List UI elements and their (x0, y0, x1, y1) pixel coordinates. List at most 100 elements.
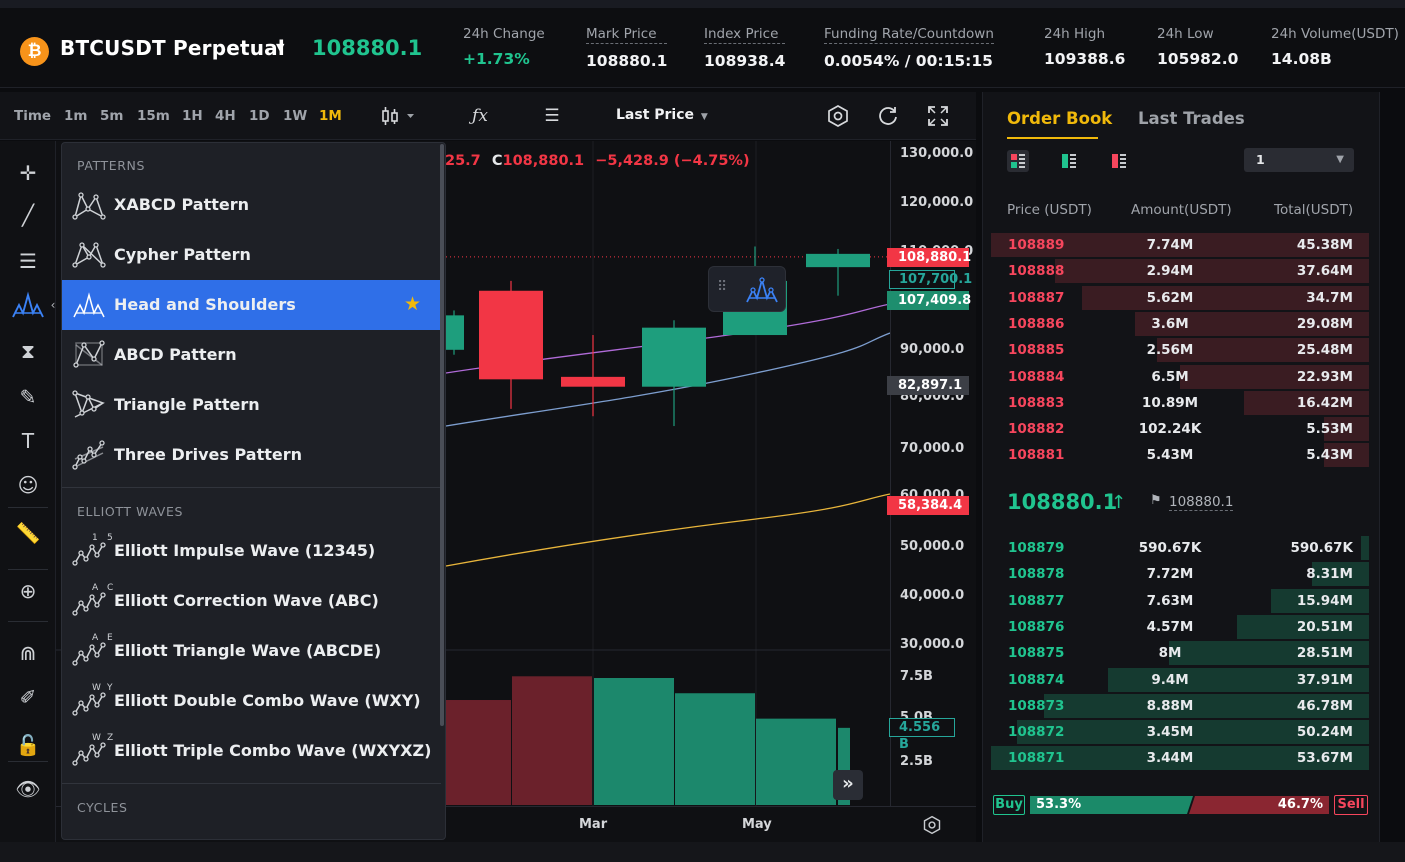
trend-line-icon[interactable]: ╱ (10, 199, 46, 231)
price-tag: 82,897.1 (887, 376, 969, 395)
volume-bar (512, 676, 592, 805)
emoji-icon[interactable]: ☺ (10, 469, 46, 501)
timeframe-1h[interactable]: 1H (182, 108, 203, 124)
stat-funding-rate: Funding Rate/Countdown 0.0054% / 00:15:1… (824, 26, 994, 70)
ohlc-legend: 25.7 C108,880.1 −5,428.9 (−4.75%) (445, 153, 750, 169)
stat-24h-volume: 24h Volume(USDT) 14.08B (1271, 26, 1399, 68)
menu-item-triangle-pattern[interactable]: Triangle Pattern (62, 380, 441, 430)
favorite-star-icon[interactable]: ★ (404, 293, 421, 315)
ask-row[interactable]: 108888 2.94M 37.64M (991, 258, 1369, 284)
brush-icon[interactable]: ✎ (10, 381, 46, 413)
menu-item-elliott-impulse[interactable]: 1 5 Elliott Impulse Wave (12345) (62, 526, 441, 576)
lock-drawing-icon[interactable]: ✐ (10, 681, 46, 713)
flag-icon: ⚑ (1150, 493, 1162, 508)
crosshair-icon[interactable]: ✛ (10, 157, 46, 189)
tool-separator (8, 761, 48, 762)
view-asks-button[interactable] (1108, 150, 1130, 172)
precision-select[interactable]: 1 ▼ (1244, 148, 1354, 172)
ask-row[interactable]: 108883 10.89M 16.42M (991, 390, 1369, 416)
menu-item-three-drives[interactable]: Three Drives Pattern (62, 430, 441, 480)
menu-item-abcd-pattern[interactable]: ABCD Pattern (62, 330, 441, 380)
ask-row[interactable]: 108884 6.5M 22.93M (991, 364, 1369, 390)
timeframe-1d[interactable]: 1D (249, 108, 270, 124)
buy-sell-ratio: Buy 53.3% 46.7% Sell (993, 795, 1368, 815)
candle-type-button[interactable] (380, 104, 420, 128)
candle-body (806, 253, 870, 268)
stat-mark-price: Mark Price 108880.1 (586, 26, 668, 70)
timeframe-4h[interactable]: 4H (215, 108, 236, 124)
volume-tick: 7.5B (900, 669, 933, 684)
settings-hex-icon[interactable] (826, 104, 850, 128)
zoom-in-icon[interactable]: ⊕ (10, 575, 46, 607)
fib-lines-icon[interactable]: ☰ (10, 245, 46, 277)
tab-last-trades[interactable]: Last Trades (1138, 109, 1245, 128)
menu-item-elliott-double-combo[interactable]: W Y Elliott Double Combo Wave (WXY) (62, 676, 441, 726)
view-bids-button[interactable] (1058, 150, 1080, 172)
floating-drawing-widget[interactable]: ⠿ (708, 266, 786, 312)
bid-row[interactable]: 108877 7.63M 15.94M (991, 588, 1369, 614)
indicators-fx-icon[interactable]: ƒx (468, 104, 492, 128)
ask-row[interactable]: 108887 5.62M 34.7M (991, 285, 1369, 311)
stat-24h-low: 24h Low 105982.0 (1157, 26, 1239, 68)
menu-item-xabcd-pattern[interactable]: XABCD Pattern (62, 180, 441, 230)
bottom-strip (0, 842, 1405, 862)
chart-toolbar: Time 1m 5m 15m 1H 4H 1D 1W 1M ƒx ☰ Last … (0, 92, 976, 140)
volume-tick: 2.5B (900, 754, 933, 769)
bid-row[interactable]: 108874 9.4M 37.91M (991, 667, 1369, 693)
header-price: Price (USDT) (1007, 202, 1092, 218)
refresh-icon[interactable] (876, 104, 900, 128)
symbol-selector[interactable]: BTCUSDT Perpetual (60, 36, 285, 60)
bid-row[interactable]: 108871 3.44M 53.67M (991, 745, 1369, 771)
timeframe-1m[interactable]: 1m (64, 108, 87, 124)
drag-handle-icon[interactable]: ⠿ (717, 279, 727, 295)
fullscreen-icon[interactable] (926, 104, 950, 128)
ruler-icon[interactable]: 📏 (10, 517, 46, 549)
price-type-selector[interactable]: Last Price ▼ (616, 107, 708, 123)
tool-separator (8, 507, 48, 508)
timeframe-1M[interactable]: 1M (319, 108, 342, 124)
collapse-menu-chevron-icon[interactable]: ‹ (46, 291, 60, 319)
ask-row[interactable]: 108889 7.74M 45.38M (991, 232, 1369, 258)
time-tick-mar: Mar (579, 817, 608, 832)
menu-scrollbar[interactable] (440, 144, 444, 726)
menu-item-cypher-pattern[interactable]: Cypher Pattern (62, 230, 441, 280)
bid-row[interactable]: 108878 7.72M 8.31M (991, 561, 1369, 587)
ask-row[interactable]: 108882 102.24K 5.53M (991, 416, 1369, 442)
bid-row[interactable]: 108879 590.67K 590.67K (991, 535, 1369, 561)
depth-bar (1361, 536, 1369, 560)
patterns-dropdown: PATTERNS XABCD Pattern Cypher Pattern Head … (61, 142, 446, 840)
ask-row[interactable]: 108886 3.6M 29.08M (991, 311, 1369, 337)
mark-price: 108880.1 (1169, 494, 1234, 511)
timeframe-5m[interactable]: 5m (100, 108, 123, 124)
lock-icon[interactable]: 🔓 (10, 729, 46, 761)
bid-row[interactable]: 108872 3.45M 50.24M (991, 719, 1369, 745)
bid-row[interactable]: 108873 8.88M 46.78M (991, 693, 1369, 719)
menu-item-elliott-triple-combo[interactable]: W Z Elliott Triple Combo Wave (WXYXZ) (62, 726, 441, 776)
elliott-triangle-icon: AE (72, 633, 113, 667)
text-icon[interactable]: T (10, 425, 46, 457)
bid-row[interactable]: 108876 4.57M 20.51M (991, 614, 1369, 640)
price-axis[interactable]: 130,000.0 120,000.0 90,000.0 70,000.0 50,000… (890, 141, 976, 806)
tab-order-book[interactable]: Order Book (1007, 109, 1112, 128)
menu-lines-icon[interactable]: ☰ (540, 104, 564, 128)
axis-settings-icon[interactable] (922, 815, 942, 835)
book-both-icon (1011, 154, 1025, 168)
ask-row[interactable]: 108881 5.43M 5.43M (991, 442, 1369, 468)
menu-item-head-shoulders[interactable]: Head and Shoulders ★ (62, 280, 441, 330)
scroll-to-latest-icon[interactable]: » (833, 770, 863, 800)
eye-icon[interactable]: 👁 (10, 773, 46, 805)
chevron-down-icon[interactable]: ▼ (276, 41, 284, 54)
ask-row[interactable]: 108885 2.56M 25.48M (991, 337, 1369, 363)
price-tick: 50,000.0 (900, 539, 965, 554)
menu-item-elliott-correction[interactable]: A C Elliott Correction Wave (ABC) (62, 576, 441, 626)
timeframe-1w[interactable]: 1W (283, 108, 307, 124)
prediction-icon[interactable]: ⧗ (10, 335, 46, 367)
menu-item-elliott-triangle[interactable]: A E Elliott Triangle Wave (ABCDE) (62, 626, 441, 676)
patterns-icon[interactable] (10, 291, 46, 323)
head-shoulders-icon[interactable] (745, 274, 779, 306)
timeframe-15m[interactable]: 15m (137, 108, 170, 124)
bid-row[interactable]: 108875 8M 28.51M (991, 640, 1369, 666)
magnet-icon[interactable]: ⋒ (10, 637, 46, 669)
view-both-button[interactable] (1007, 150, 1029, 172)
candle-body (446, 315, 464, 350)
